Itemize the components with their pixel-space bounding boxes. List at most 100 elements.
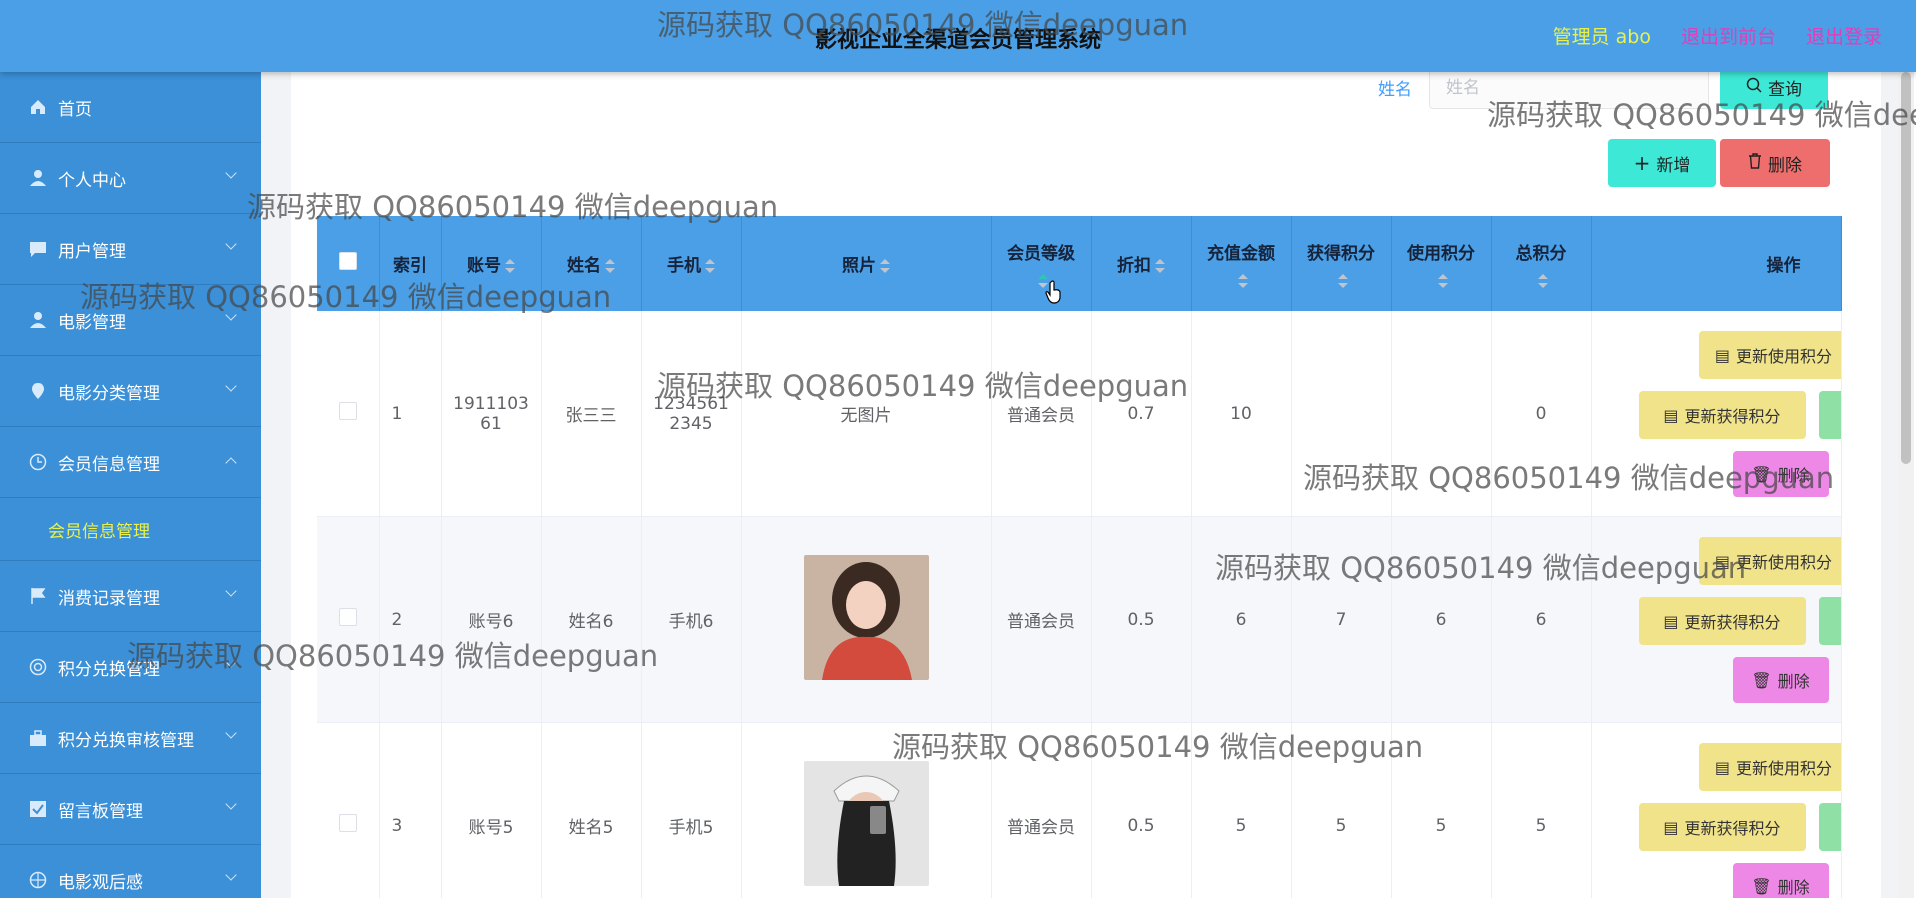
sidebar-item-movie-categories[interactable]: 电影分类管理 <box>0 356 261 427</box>
search-input[interactable] <box>1429 66 1709 109</box>
update-earned-points-button[interactable]: ▤ 更新获得积分 <box>1638 597 1806 645</box>
add-button[interactable]: + 新增 <box>1608 139 1716 187</box>
sidebar-item-label: 用户管理 <box>58 241 126 262</box>
row-delete-button[interactable]: 🗑 删除 <box>1732 451 1829 497</box>
chevron-down-icon <box>225 167 237 179</box>
sort-icon[interactable] <box>880 259 890 273</box>
row-actions: ▤ 更新使用积分 ▤ 更新获得积分 🗑 删除 <box>1592 723 1840 898</box>
cell-earned: 7 <box>1291 516 1392 723</box>
row-checkbox-cell <box>317 311 380 517</box>
row-actions: ▤ 更新使用积分 ▤ 更新获得积分 🗑 删除 <box>1592 311 1840 516</box>
sort-icon[interactable] <box>1438 274 1448 288</box>
row-checkbox-cell <box>317 722 380 898</box>
sidebar-item-users[interactable]: 用户管理 <box>0 214 261 285</box>
cell-used: 5 <box>1391 722 1492 898</box>
page-scrollbar[interactable] <box>1898 72 1914 898</box>
sort-icon[interactable] <box>1338 274 1348 288</box>
sort-icon[interactable] <box>1538 274 1548 288</box>
trash-icon <box>1748 152 1762 174</box>
cell-actions: ▤ 更新使用积分 ▤ 更新获得积分 🗑 删除 <box>1591 516 1842 723</box>
sort-icon[interactable] <box>705 259 715 273</box>
sidebar-item-label: 留言板管理 <box>58 801 143 822</box>
document-icon: ▤ <box>1714 551 1731 571</box>
cell-earned <box>1291 311 1392 517</box>
back-to-front-link[interactable]: 退出到前台 <box>1681 22 1776 49</box>
cell-actions: ▤ 更新使用积分 ▤ 更新获得积分 🗑 删除 <box>1591 722 1842 898</box>
cell-account: 1911103 61 <box>441 311 542 517</box>
column-header-discount[interactable]: 折扣 <box>1091 216 1192 311</box>
sort-icon[interactable] <box>1238 274 1248 288</box>
update-used-points-button[interactable]: ▤ 更新使用积分 <box>1698 331 1840 379</box>
chevron-up-icon <box>225 457 237 469</box>
cell-total: 0 <box>1491 311 1592 517</box>
column-header-total[interactable]: 总积分 <box>1491 216 1592 311</box>
home-icon <box>28 97 48 117</box>
cell-index: 3 <box>379 722 442 898</box>
cell-recharge: 5 <box>1191 722 1292 898</box>
column-header-used[interactable]: 使用积分 <box>1391 216 1492 311</box>
column-header-index[interactable]: 索引 <box>379 216 442 311</box>
update-used-points-button[interactable]: ▤ 更新使用积分 <box>1698 537 1840 585</box>
table-row: 1 1911103 61 张三三 1234561 2345 无图片 普通会员 0.7… <box>317 311 1842 517</box>
row-checkbox[interactable] <box>338 814 357 832</box>
document-icon: ▤ <box>1714 757 1731 777</box>
chevron-down-icon <box>225 585 237 597</box>
update-earned-points-button[interactable]: ▤ 更新获得积分 <box>1638 803 1806 851</box>
sidebar-item-movies[interactable]: 电影管理 <box>0 285 261 356</box>
cell-name: 张三三 <box>541 311 642 517</box>
column-header-earned[interactable]: 获得积分 <box>1291 216 1392 311</box>
sidebar-item-points-exchange[interactable]: 积分兑换管理 <box>0 632 261 703</box>
column-header-photo[interactable]: 照片 <box>741 216 992 311</box>
sidebar-item-profile[interactable]: 个人中心 <box>0 143 261 214</box>
cell-discount: 0.5 <box>1091 722 1192 898</box>
query-button-label: 查询 <box>1768 80 1802 100</box>
column-header-level[interactable]: 会员等级 <box>991 216 1092 311</box>
chat-icon <box>28 239 48 259</box>
edit-button[interactable] <box>1818 597 1840 645</box>
flag-icon <box>28 586 48 606</box>
column-header-phone[interactable]: 手机 <box>641 216 742 311</box>
row-checkbox-cell <box>317 516 380 723</box>
edit-button[interactable] <box>1818 803 1840 851</box>
sidebar-item-message-board[interactable]: 留言板管理 <box>0 774 261 845</box>
column-header-recharge[interactable]: 充值金额 <box>1191 216 1292 311</box>
clock-icon <box>28 452 48 472</box>
scrollbar-thumb[interactable] <box>1901 72 1911 464</box>
sidebar-item-consumption[interactable]: 消费记录管理 <box>0 561 261 632</box>
sidebar-item-member-info[interactable]: 会员信息管理 <box>0 427 261 498</box>
chevron-down-icon <box>225 869 237 881</box>
update-earned-points-button[interactable]: ▤ 更新获得积分 <box>1638 391 1806 439</box>
member-photo[interactable] <box>803 554 929 680</box>
mouse-cursor-icon <box>1045 280 1063 308</box>
header-links: 管理员 abo 退出到前台 退出登录 <box>1553 22 1882 49</box>
column-header-actions: 操作 <box>1591 216 1842 311</box>
column-header-name[interactable]: 姓名 <box>541 216 642 311</box>
row-delete-button[interactable]: 🗑 删除 <box>1732 657 1829 703</box>
update-used-points-button[interactable]: ▤ 更新使用积分 <box>1698 743 1840 791</box>
sort-icon[interactable] <box>505 259 515 273</box>
row-checkbox[interactable] <box>338 402 357 420</box>
cell-index: 2 <box>379 516 442 723</box>
location-icon <box>28 381 48 401</box>
sort-icon[interactable] <box>605 259 615 273</box>
select-all-checkbox[interactable] <box>338 252 357 270</box>
table-row: 3 账号5 姓名5 手机5 普通会员 0.5 5 5 5 5 ▤ 更新使用积分 … <box>317 722 1842 898</box>
submenu-item-member-info[interactable]: 会员信息管理 <box>0 498 261 561</box>
chevron-down-icon <box>225 309 237 321</box>
member-table: 索引 账号 姓名 手机 照片 会员等级 折扣 充值金额 获得积分 使用积分 总积… <box>317 216 1842 898</box>
row-checkbox[interactable] <box>338 608 357 626</box>
column-header-account[interactable]: 账号 <box>441 216 542 311</box>
logout-link[interactable]: 退出登录 <box>1806 22 1882 49</box>
cell-name: 姓名6 <box>541 516 642 723</box>
sort-icon[interactable] <box>1155 259 1165 273</box>
member-photo[interactable] <box>803 760 929 886</box>
row-delete-button[interactable]: 🗑 删除 <box>1732 863 1829 898</box>
batch-delete-button[interactable]: 删除 <box>1720 139 1830 187</box>
sidebar-item-home[interactable]: 首页 <box>0 72 261 143</box>
sidebar-item-exchange-review[interactable]: 积分兑换审核管理 <box>0 703 261 774</box>
query-button[interactable]: 查询 <box>1720 66 1828 109</box>
sidebar-item-reviews[interactable]: 电影观后感 <box>0 845 261 898</box>
document-icon: ▤ <box>1714 345 1731 365</box>
chevron-down-icon <box>225 727 237 739</box>
edit-button[interactable] <box>1818 391 1840 439</box>
